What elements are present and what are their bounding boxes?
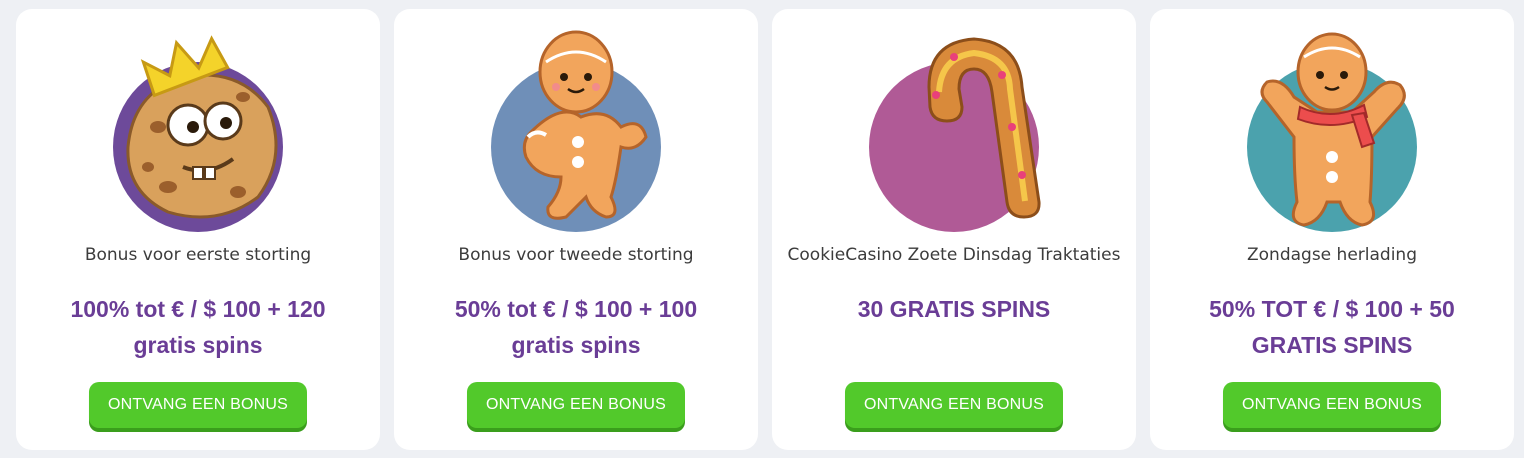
crowned-cookie-icon [16, 17, 380, 237]
bonus-offer: 30 GRATIS SPINS [800, 291, 1108, 327]
bonus-offer: 50% TOT € / $ 100 + 50 GRATIS SPINS [1178, 291, 1486, 363]
claim-bonus-button[interactable]: ONTVANG EEN BONUS [844, 382, 1064, 428]
bonus-title: Bonus voor tweede storting [458, 245, 694, 265]
bonus-offer-line: gratis spins [133, 332, 263, 358]
bonus-title: Bonus voor eerste storting [84, 245, 312, 265]
bonus-offer-line: gratis spins [511, 332, 641, 358]
bonus-offer-line: 30 GRATIS SPINS [857, 296, 1051, 322]
claim-bonus-button[interactable]: ONTVANG EEN BONUS [88, 382, 308, 428]
bonus-offer: 100% tot € / $ 100 + 120 gratis spins [44, 291, 352, 363]
gingerbread-man-icon [394, 17, 758, 237]
bonus-offer-line: GRATIS SPINS [1251, 332, 1413, 358]
bonus-offer: 50% tot € / $ 100 + 100 gratis spins [422, 291, 730, 363]
bonus-offer-line: 100% tot € / $ 100 + 120 [70, 296, 326, 322]
bonus-title: Zondagse herlading [1247, 245, 1417, 265]
bonus-title: CookieCasino Zoete Dinsdag Traktaties [787, 245, 1121, 265]
bonus-card-sunday-reload: Zondagse herlading 50% TOT € / $ 100 + 5… [1150, 9, 1514, 450]
bonus-card-tuesday-treats: CookieCasino Zoete Dinsdag Traktaties 30… [772, 9, 1136, 450]
bonus-offer-line: 50% tot € / $ 100 + 100 [454, 296, 698, 322]
bonus-cards: Bonus voor eerste storting 100% tot € / … [0, 0, 1524, 458]
bonus-offer-line: 50% TOT € / $ 100 + 50 [1209, 296, 1455, 322]
bonus-card-first-deposit: Bonus voor eerste storting 100% tot € / … [16, 9, 380, 450]
bonus-card-second-deposit: Bonus voor tweede storting 50% tot € / $… [394, 9, 758, 450]
claim-bonus-button[interactable]: ONTVANG EEN BONUS [1222, 382, 1442, 428]
gingerbread-man-scarf-icon [1150, 17, 1514, 237]
claim-bonus-button[interactable]: ONTVANG EEN BONUS [466, 382, 686, 428]
candy-cane-cookie-icon [772, 17, 1136, 237]
